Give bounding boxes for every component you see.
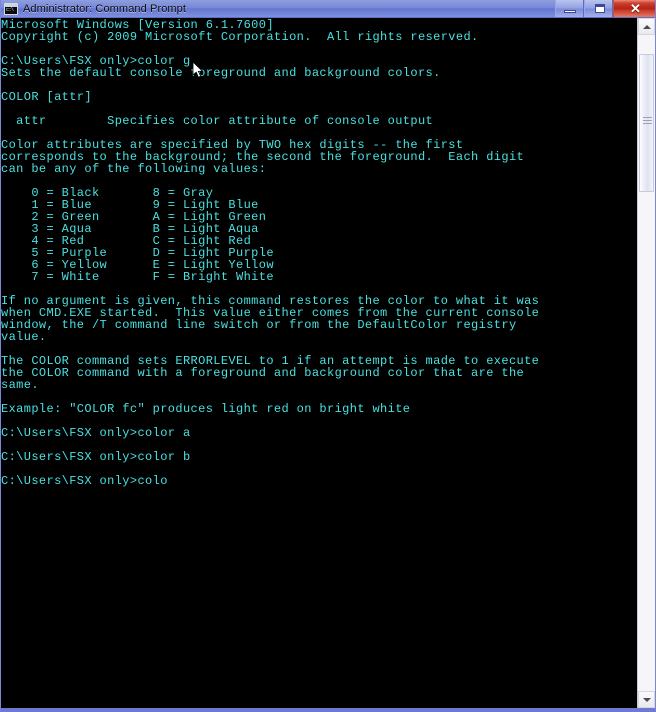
console-output-area[interactable]: Microsoft Windows [Version 6.1.7600] Cop…: [1, 18, 639, 708]
close-button[interactable]: ✕: [613, 0, 655, 17]
maximize-button[interactable]: [584, 0, 613, 17]
chevron-down-icon: [642, 697, 651, 702]
command-prompt-window: Administrator: Command Prompt ✕ Microsof…: [0, 0, 656, 712]
console-icon[interactable]: [4, 2, 18, 15]
vertical-scrollbar[interactable]: [637, 18, 655, 708]
chevron-up-icon: [642, 24, 651, 29]
title-bar[interactable]: Administrator: Command Prompt ✕: [1, 0, 655, 18]
scroll-down-arrow-button[interactable]: [638, 691, 655, 708]
scroll-up-arrow-button[interactable]: [638, 18, 655, 35]
close-icon: ✕: [630, 1, 641, 16]
minimize-button[interactable]: [555, 0, 584, 17]
scrollbar-thumb[interactable]: [639, 54, 654, 192]
console-text: Microsoft Windows [Version 6.1.7600] Cop…: [1, 18, 540, 488]
window-title: Administrator: Command Prompt: [23, 2, 187, 15]
scrollbar-track[interactable]: [638, 35, 655, 691]
window-controls: ✕: [555, 0, 655, 17]
scrollbar-grip-icon: [643, 117, 652, 124]
